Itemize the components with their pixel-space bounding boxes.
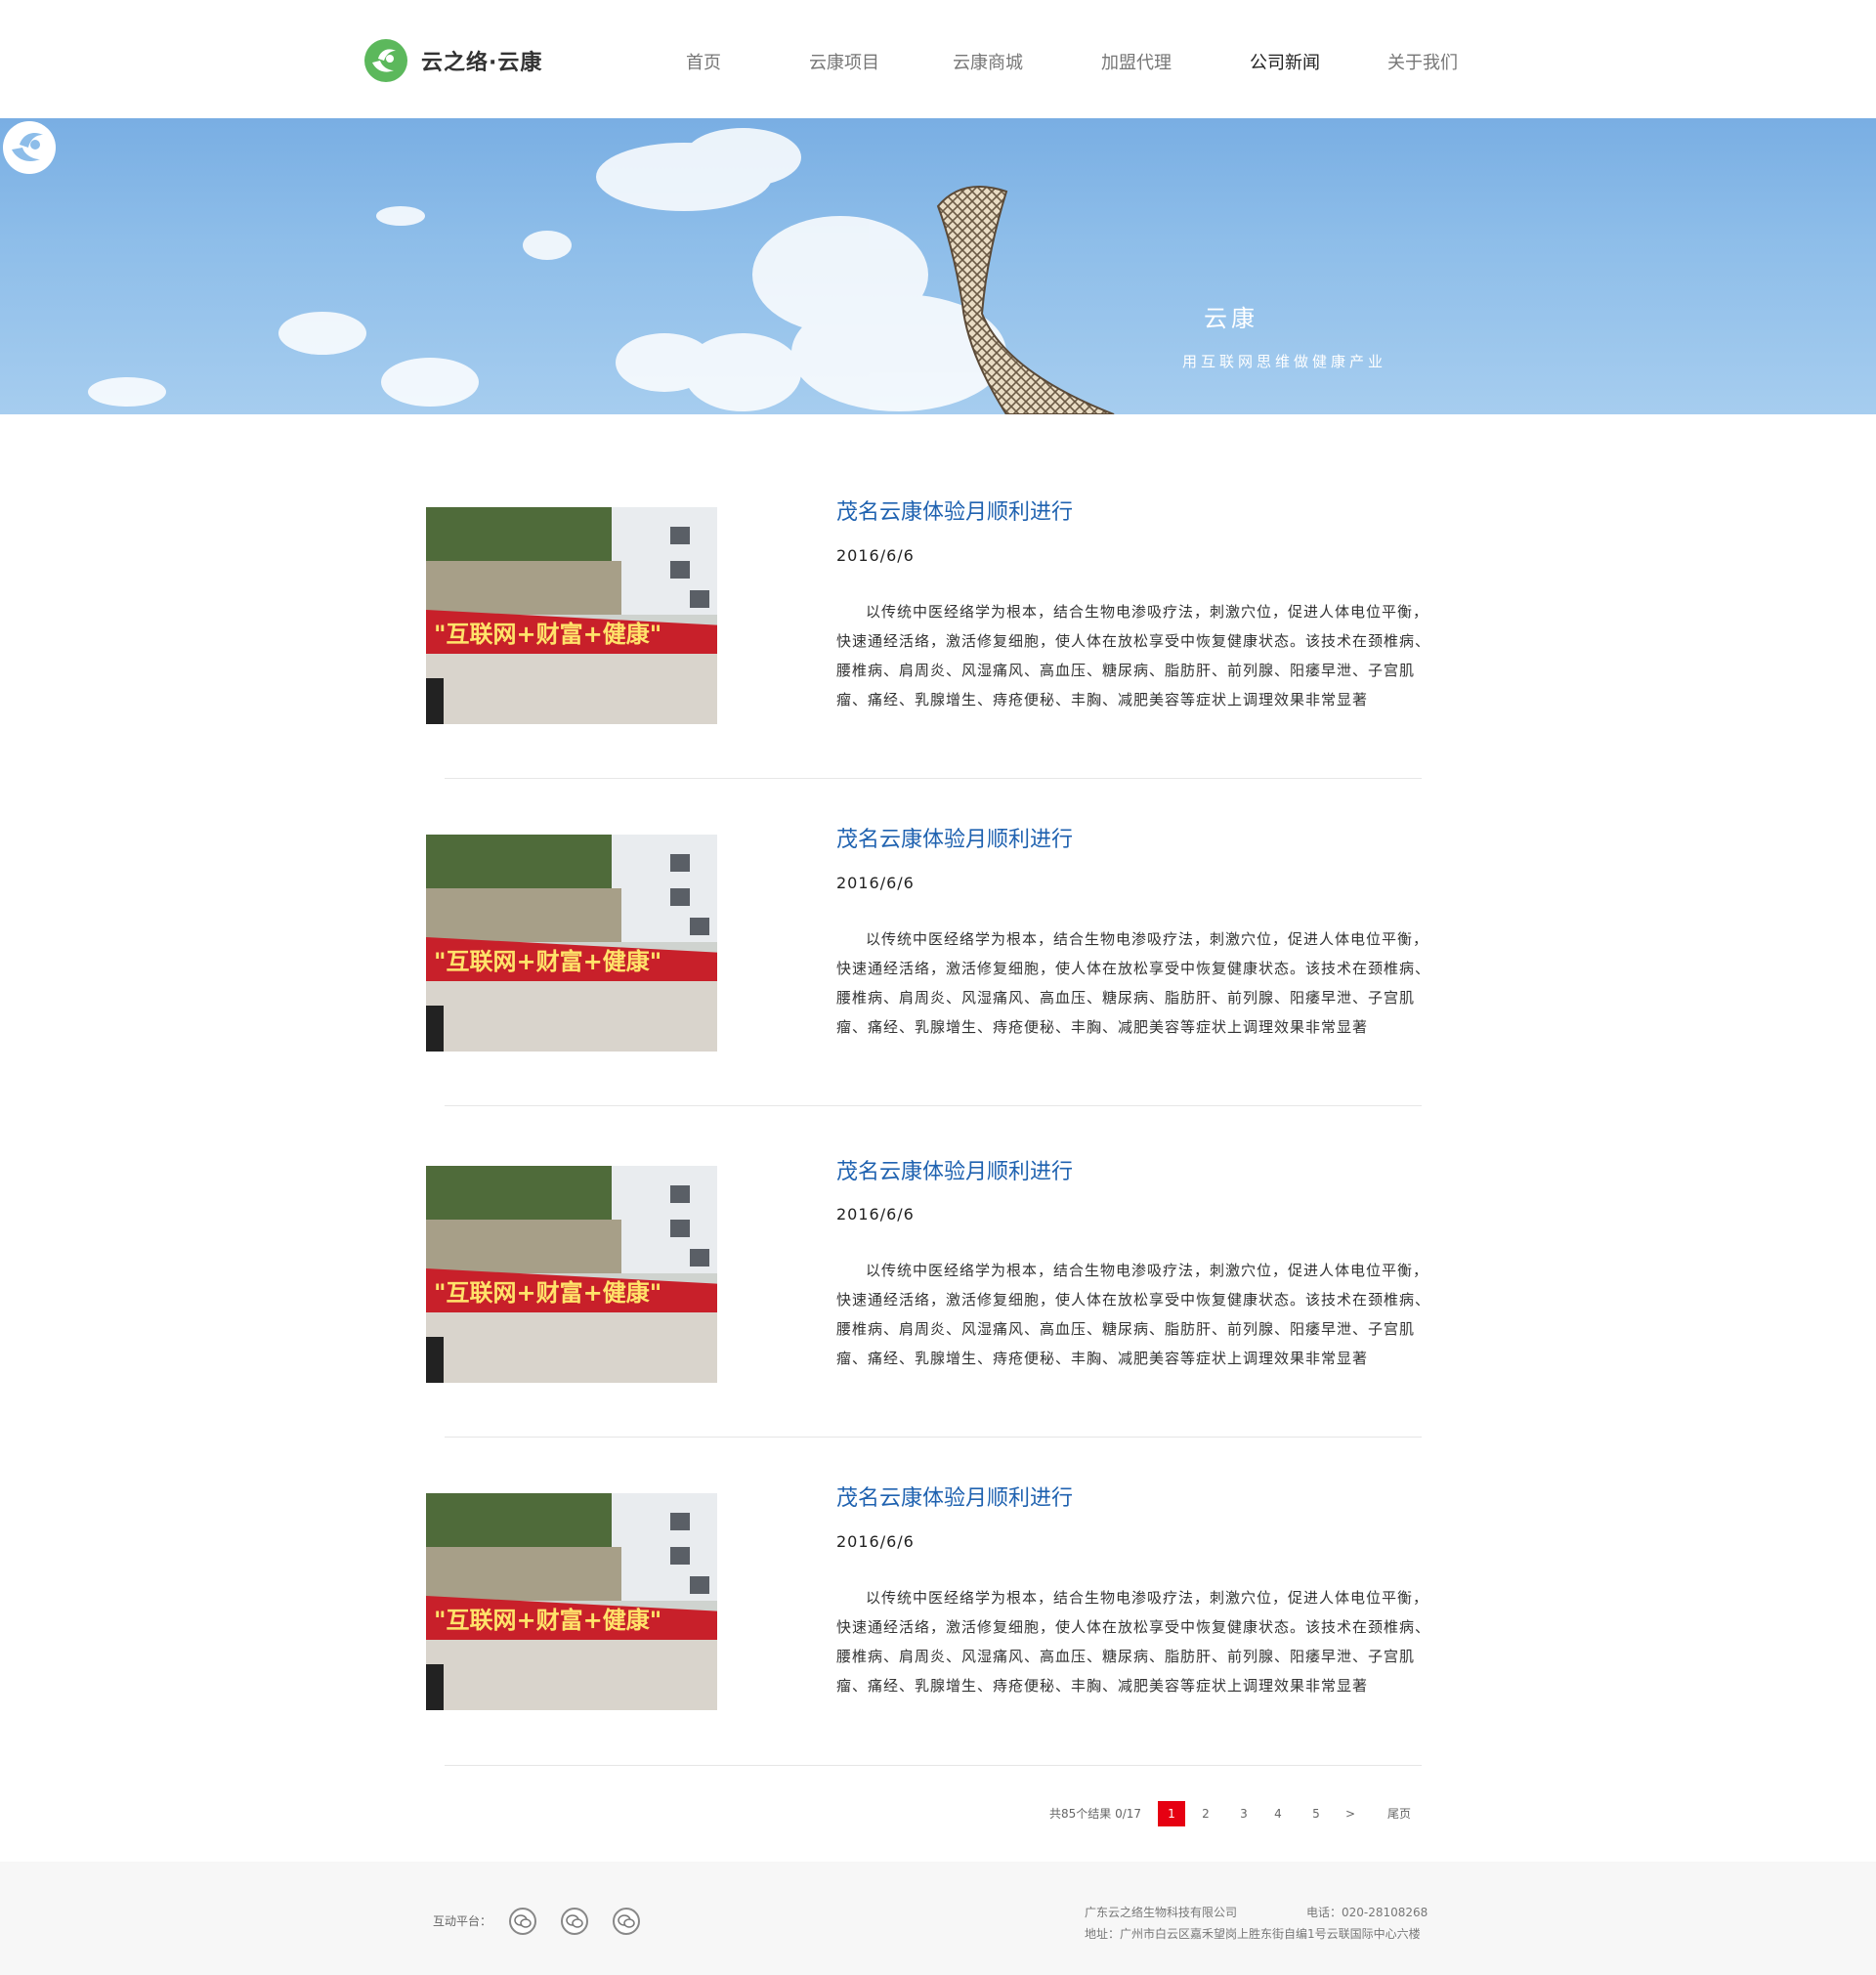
news-item[interactable]: "互联网+财富+健康" 茂名云康体验月顺利进行 2016/6/6 以传统中医经络… [426,1486,1432,1821]
last-page-button[interactable]: 尾页 [1385,1801,1414,1826]
site-footer: 互动平台： 广东云之络生物科技有限公司 电话：020-28108268 地址：广… [0,1862,1876,1975]
news-title[interactable]: 茂名云康体验月顺利进行 [836,822,1073,853]
news-divider [445,1437,1422,1438]
wechat-icon[interactable] [561,1908,588,1935]
thumbnail-banner-text: "互联网+财富+健康" [434,1607,661,1634]
wechat-icon[interactable] [509,1908,536,1935]
news-title[interactable]: 茂名云康体验月顺利进行 [836,1154,1073,1185]
news-item[interactable]: "互联网+财富+健康" 茂名云康体验月顺利进行 2016/6/6 以传统中医经络… [426,500,1432,835]
footer-address: 地址：广州市白云区嘉禾望岗上胜东街自编1号云联国际中心六楼 [1085,1927,1421,1941]
news-item[interactable]: "互联网+财富+健康" 茂名云康体验月顺利进行 2016/6/6 以传统中医经络… [426,828,1432,1162]
nav-item-franchise[interactable]: 加盟代理 [1101,49,1172,74]
site-header: 云之络·云康 首页 云康项目 云康商城 加盟代理 公司新闻 关于我们 [0,0,1876,118]
page-button-3[interactable]: 3 [1236,1801,1252,1826]
news-divider [445,778,1422,779]
main-nav: 首页 云康项目 云康商城 加盟代理 公司新闻 关于我们 [0,49,1876,76]
page-button-2[interactable]: 2 [1198,1801,1214,1826]
next-page-button[interactable]: > [1343,1801,1358,1826]
banner-brand-text: 云康 [1204,305,1258,332]
footer-company-name: 广东云之络生物科技有限公司 [1085,1906,1238,1919]
banner-slogan: 用互联网思维做健康产业 [1182,353,1387,370]
page-button-5[interactable]: 5 [1308,1801,1324,1826]
news-thumbnail[interactable]: "互联网+财富+健康" [426,507,717,724]
news-title[interactable]: 茂名云康体验月顺利进行 [836,494,1073,526]
news-date: 2016/6/6 [836,546,915,565]
news-thumbnail[interactable]: "互联网+财富+健康" [426,1166,717,1383]
news-summary: 以传统中医经络学为根本，结合生物电渗吸疗法，刺激穴位，促进人体电位平衡，快速通经… [836,1262,1431,1367]
nav-item-about[interactable]: 关于我们 [1387,49,1458,74]
page-button-4[interactable]: 4 [1270,1801,1286,1826]
hero-banner: 云康 用互联网思维做健康产业 [0,118,1876,414]
page-button-1[interactable]: 1 [1158,1801,1185,1826]
news-date: 2016/6/6 [836,1532,915,1551]
news-date: 2016/6/6 [836,1205,915,1224]
nav-item-projects[interactable]: 云康项目 [809,49,879,74]
news-summary: 以传统中医经络学为根本，结合生物电渗吸疗法，刺激穴位，促进人体电位平衡，快速通经… [836,603,1431,708]
wechat-icon[interactable] [613,1908,640,1935]
news-divider [445,1765,1422,1766]
thumbnail-banner-text: "互联网+财富+健康" [434,1279,661,1307]
news-thumbnail[interactable]: "互联网+财富+健康" [426,1493,717,1710]
thumbnail-banner-text: "互联网+财富+健康" [434,621,661,648]
thumbnail-banner-text: "互联网+财富+健康" [434,948,661,975]
nav-item-news[interactable]: 公司新闻 [1250,49,1320,74]
platform-label: 互动平台： [433,1914,492,1928]
nav-item-home[interactable]: 首页 [686,49,721,74]
pagination-info: 共85个结果 0/17 [1049,1807,1142,1821]
news-divider [445,1105,1422,1106]
news-thumbnail[interactable]: "互联网+财富+健康" [426,835,717,1052]
banner-sky-image [88,128,1115,414]
news-summary: 以传统中医经络学为根本，结合生物电渗吸疗法，刺激穴位，促进人体电位平衡，快速通经… [836,930,1431,1036]
footer-phone: 电话：020-28108268 [1306,1906,1428,1919]
news-date: 2016/6/6 [836,874,915,892]
news-title[interactable]: 茂名云康体验月顺利进行 [836,1481,1073,1512]
news-summary: 以传统中医经络学为根本，结合生物电渗吸疗法，刺激穴位，促进人体电位平衡，快速通经… [836,1589,1431,1695]
banner-emblem-icon [3,121,56,174]
nav-item-mall[interactable]: 云康商城 [953,49,1023,74]
pagination: 共85个结果 0/17 1 2 3 4 5 > 尾页 [0,1801,1876,1826]
news-item[interactable]: "互联网+财富+健康" 茂名云康体验月顺利进行 2016/6/6 以传统中医经络… [426,1160,1432,1493]
